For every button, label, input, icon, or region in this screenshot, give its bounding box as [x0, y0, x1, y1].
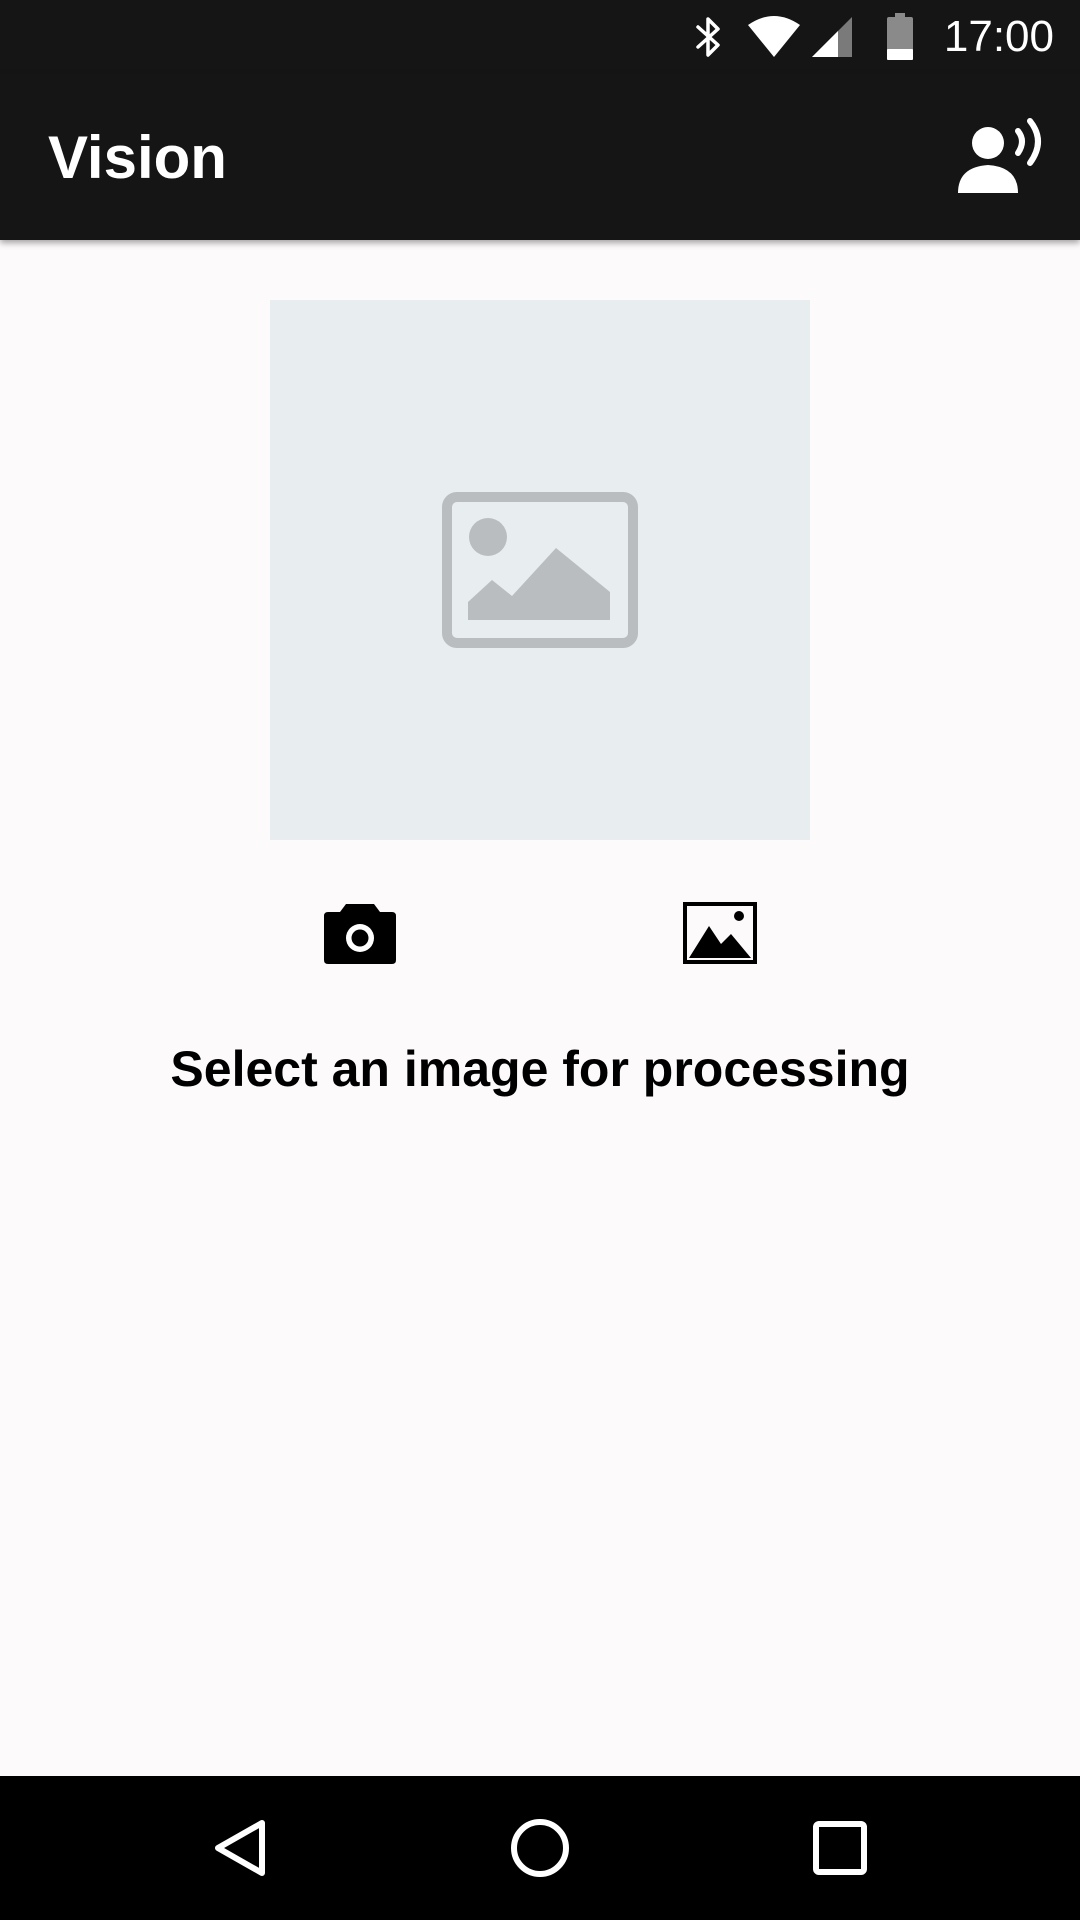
record-voice-icon — [958, 118, 1041, 193]
wifi-icon — [746, 0, 804, 74]
cell-signal-icon — [810, 0, 858, 74]
bluetooth-icon — [694, 0, 734, 74]
home-icon — [511, 1819, 569, 1877]
status-bar: 17:00 — [0, 0, 1080, 74]
camera-icon — [324, 904, 396, 964]
image-preview — [270, 300, 810, 840]
camera-button[interactable] — [310, 890, 410, 976]
back-icon — [215, 1820, 265, 1876]
navigation-bar — [0, 1776, 1080, 1920]
image-placeholder-icon — [442, 492, 638, 648]
back-button[interactable] — [190, 1798, 290, 1898]
home-button[interactable] — [490, 1798, 590, 1898]
gallery-button[interactable] — [670, 890, 770, 976]
photo-gallery-icon — [683, 902, 757, 964]
voice-button[interactable] — [952, 112, 1052, 202]
recents-button[interactable] — [790, 1798, 890, 1898]
app-title: Vision — [48, 123, 227, 191]
status-time: 17:00 — [943, 12, 1054, 61]
battery-icon — [886, 0, 920, 74]
app-bar: Vision — [0, 74, 1080, 240]
screen: 17:00 Vision Select an image for process… — [0, 0, 1080, 1920]
prompt-text: Select an image for processing — [170, 1041, 910, 1097]
recents-icon — [813, 1821, 867, 1875]
